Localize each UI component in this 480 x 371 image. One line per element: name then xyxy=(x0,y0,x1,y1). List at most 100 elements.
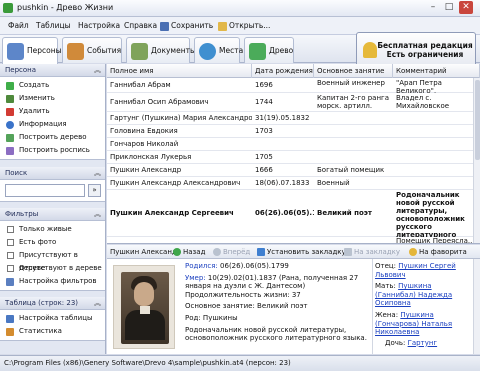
table-cell: Военный xyxy=(317,179,350,187)
minimize-button[interactable]: – xyxy=(426,1,440,14)
column-header-comment[interactable]: Комментарий xyxy=(393,64,480,78)
app-icon xyxy=(3,3,13,13)
open-button[interactable]: Открыть... xyxy=(218,21,270,31)
delete-person-button[interactable]: Удалить xyxy=(0,105,105,118)
menu-help[interactable]: Справка xyxy=(124,21,157,30)
table-cell: Ганнибал Осип Абрамович xyxy=(110,98,209,106)
goto-favorite-button[interactable]: На фаворита xyxy=(409,245,467,259)
plus-icon xyxy=(6,82,14,90)
promo-line2: Есть ограничения xyxy=(386,50,464,59)
checkbox[interactable] xyxy=(7,265,14,272)
build-list-button[interactable]: Построить роспись xyxy=(0,144,105,157)
comment: Родоначальник новой русской литературы, … xyxy=(185,325,367,343)
back-button[interactable]: Назад xyxy=(173,245,205,259)
tab-places[interactable]: Места xyxy=(194,37,243,63)
table-row[interactable]: Помещик Переясла... xyxy=(107,237,473,243)
menu-tables[interactable]: Таблицы xyxy=(36,21,71,30)
table-cell: Пушкин Александр Александрович xyxy=(110,179,241,187)
tab-persons[interactable]: Персоны xyxy=(2,37,62,64)
globe-icon xyxy=(199,43,216,60)
table-scrollbar[interactable] xyxy=(473,78,480,243)
edit-person-button[interactable]: Изменить xyxy=(0,92,105,105)
checkbox[interactable] xyxy=(7,252,14,259)
statistics-button[interactable]: Статистика xyxy=(0,325,105,338)
save-button[interactable]: Сохранить xyxy=(160,21,213,31)
table-row[interactable]: Гончаров Николай xyxy=(107,138,473,151)
daughter-label: Дочь: xyxy=(385,338,406,347)
filter-in-tree-checkbox[interactable]: Присутствуют в дереве xyxy=(0,249,105,272)
table-cell: Богатый помещик xyxy=(317,166,385,174)
relatives: Отец: Пушкин Сергей Львович Мать: Пушкин… xyxy=(375,262,471,347)
portrait-coat xyxy=(125,310,165,340)
build-list-label: Построить роспись xyxy=(19,146,90,154)
section-filters-header[interactable]: Фильтры ︽ xyxy=(0,208,105,221)
maximize-button[interactable]: □ xyxy=(442,1,456,14)
daughter-link[interactable]: Гартунг xyxy=(408,339,437,347)
status-bar: C:\Program Files (x86)\Genery Software\D… xyxy=(0,355,480,371)
build-tree-button[interactable]: Построить дерево xyxy=(0,131,105,144)
free-edition-banner[interactable]: Бесплатная редакция Есть ограничения xyxy=(356,32,476,68)
goto-bookmark-button[interactable]: На закладку xyxy=(344,245,400,259)
search-input[interactable] xyxy=(5,184,85,197)
table-cell: Капитан 2-го ранга морск. артилл. xyxy=(317,94,389,110)
tab-events[interactable]: События xyxy=(62,37,122,63)
close-button[interactable]: ✕ xyxy=(459,1,473,14)
create-person-button[interactable]: Создать xyxy=(0,79,105,92)
menu-file[interactable]: Файл xyxy=(8,21,29,30)
filter-icon xyxy=(6,278,14,286)
table-cell xyxy=(393,151,473,164)
checkbox[interactable] xyxy=(7,226,14,233)
table-cell xyxy=(252,138,314,151)
checkbox[interactable] xyxy=(7,239,14,246)
tab-tree[interactable]: Древо xyxy=(244,37,294,63)
forward-button[interactable]: Вперёд xyxy=(213,245,250,259)
table-row[interactable]: Гартунг (Пушкина) Мария Александровна 31(… xyxy=(107,112,473,125)
filter-alive-checkbox[interactable]: Только живые xyxy=(0,223,105,236)
table-row[interactable]: Головина Евдокия 1703 xyxy=(107,125,473,138)
tab-documents-label: Документы xyxy=(151,46,196,55)
set-bookmark-button[interactable]: Установить закладку xyxy=(257,245,346,259)
edit-label: Изменить xyxy=(19,94,55,102)
portrait-collar xyxy=(140,306,150,314)
info-label: Информация xyxy=(19,120,67,128)
section-persona: Создать Изменить Удалить Информация Пост… xyxy=(0,77,105,160)
column-header-birth[interactable]: Дата рождения xyxy=(252,64,314,78)
table-row[interactable]: Приклонская Лукерья 1705 xyxy=(107,151,473,164)
filter-not-in-tree-checkbox[interactable]: Отсутствуют в дереве xyxy=(0,262,105,275)
column-header-occupation[interactable]: Основное занятие xyxy=(314,64,393,78)
table-row[interactable]: Ганнибал Осип Абрамович 1744 Капитан 2-го … xyxy=(107,93,473,112)
current-person-name: Пушкин Александр xyxy=(110,248,182,256)
create-label: Создать xyxy=(19,81,50,89)
died-label[interactable]: Умер: xyxy=(185,274,206,282)
filter-settings-button[interactable]: Настройка фильтров xyxy=(0,275,105,288)
table-settings-button[interactable]: Настройка таблицы xyxy=(0,312,105,325)
filter-photo-checkbox[interactable]: Есть фото xyxy=(0,236,105,249)
detail-scrollbar[interactable] xyxy=(473,259,480,354)
table-row[interactable]: Пушкин Александр Сергеевич 06(26).06(05).… xyxy=(107,190,473,237)
table-row[interactable]: Пушкин Александр 1666 Богатый помещик xyxy=(107,164,473,177)
section-persona-header[interactable]: Персона ︽ xyxy=(0,64,105,77)
events-icon xyxy=(67,43,84,60)
born-label[interactable]: Родился: xyxy=(185,262,218,270)
table-cell: Пушкин Александр Сергеевич xyxy=(110,209,234,217)
table-cell: Военный инженер xyxy=(317,79,385,87)
info-button[interactable]: Информация xyxy=(0,118,105,131)
panel-divider[interactable] xyxy=(372,259,373,354)
occupation: Основное занятие: Великий поэт xyxy=(185,302,308,311)
mother-row: Мать: Пушкина (Ганнибал) Надежда Осиповн… xyxy=(375,282,471,308)
section-search-header[interactable]: Поиск ︽ xyxy=(0,167,105,180)
goto-favorite-label: На фаворита xyxy=(419,248,467,256)
table-row[interactable]: Пушкин Александр Александрович 18(06).07.… xyxy=(107,177,473,190)
section-table-header[interactable]: Таблица (строк: 23) ︽ xyxy=(0,297,105,310)
table-cell: Гончаров Николай xyxy=(110,140,179,148)
table-cell xyxy=(107,237,252,243)
search-button[interactable]: » xyxy=(88,184,101,197)
tab-persons-label: Персоны xyxy=(27,46,62,55)
table-row[interactable]: Ганнибал Абрам 1696 Военный инженер "Арап П… xyxy=(107,78,473,93)
persons-table: Полное имя Дата рождения Основное заняти… xyxy=(107,64,480,244)
person-portrait[interactable] xyxy=(113,265,175,349)
scrollbar-thumb[interactable] xyxy=(475,80,480,160)
tab-documents[interactable]: Документы xyxy=(126,37,196,63)
menu-settings[interactable]: Настройка xyxy=(78,21,120,30)
column-header-name[interactable]: Полное имя xyxy=(107,64,252,78)
